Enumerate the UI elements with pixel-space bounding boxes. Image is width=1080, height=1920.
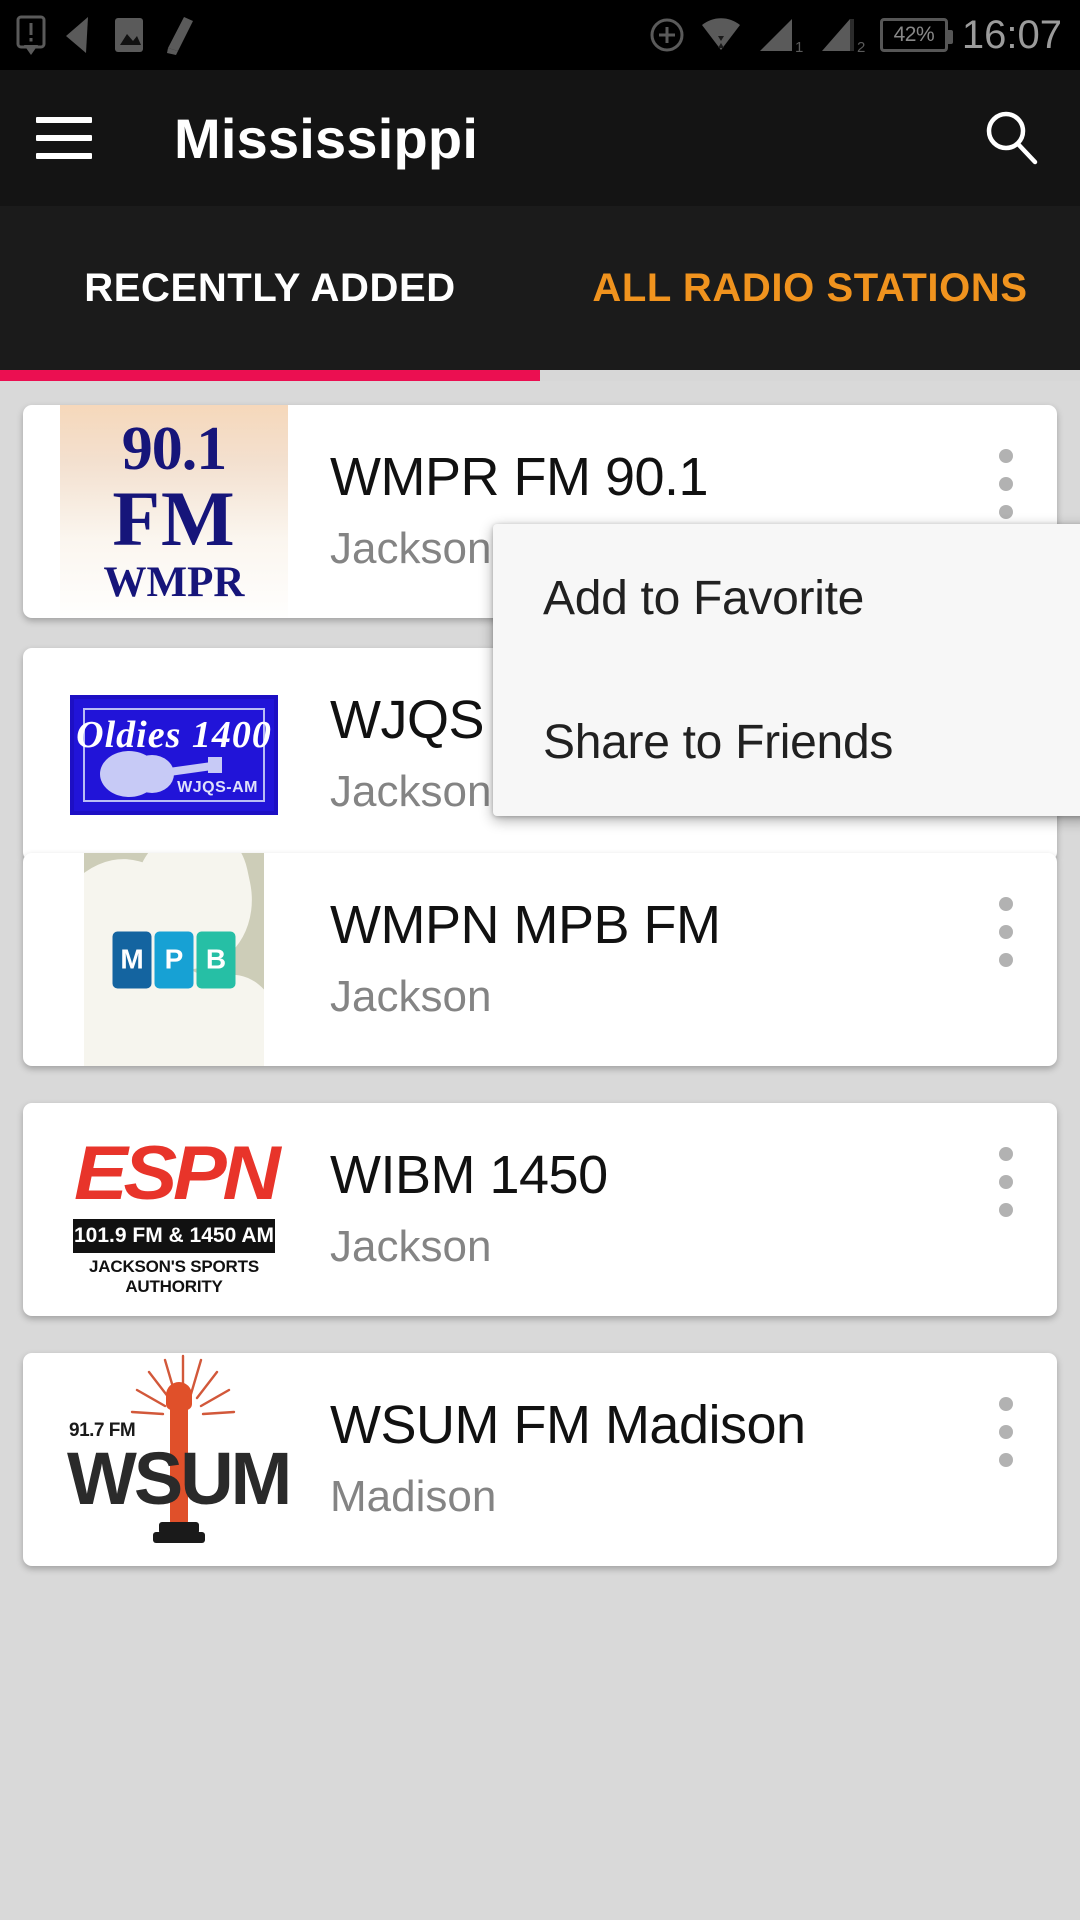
sim-alert-icon (16, 15, 46, 55)
mpb-logo-tiles: M P B (112, 931, 236, 988)
status-bar-right-icons: 1 2 42% 16:07 (648, 13, 1062, 58)
station-logo: Oldies 1400 WJQS-AM (60, 648, 288, 861)
wmpr-logo-line2: FM (112, 474, 236, 562)
signal-1-icon: 1 (759, 19, 803, 55)
status-bar-left-icons (16, 15, 198, 55)
mpb-tile-m: M (112, 931, 152, 988)
app-screen: 1 2 42% 16:07 Mississippi RECENTLY ADDED… (0, 0, 1080, 1920)
sync-icon (650, 18, 684, 52)
more-vertical-icon[interactable] (999, 1397, 1013, 1467)
wjqs-logo-callsign: WJQS-AM (177, 778, 258, 796)
table-row[interactable]: ESPN 101.9 FM & 1450 AM JACKSON'S SPORTS… (23, 1103, 1057, 1316)
mpb-tile-b: B (196, 931, 236, 988)
station-city: Madison (330, 1471, 497, 1521)
table-row[interactable]: 91.7 FM WSUM WSUM FM Madison Madison (23, 1353, 1057, 1566)
tab-recently-added[interactable]: RECENTLY ADDED (0, 206, 540, 370)
battery-indicator: 42% (879, 18, 953, 52)
menu-item-share-to-friends[interactable]: Share to Friends (493, 694, 1080, 790)
station-name: WSUM FM Madison (330, 1394, 806, 1455)
app-bar: Mississippi (0, 70, 1080, 206)
espn-frequency-bar: 101.9 FM & 1450 AM (73, 1218, 275, 1253)
search-icon[interactable] (980, 106, 1044, 170)
tab-indicator (0, 370, 540, 381)
page-title: Mississippi (174, 106, 479, 170)
wsum-logo-letters: WSUM (67, 1436, 288, 1520)
station-logo: 91.7 FM WSUM (60, 1353, 288, 1566)
microphone-base (153, 1531, 205, 1543)
station-city: Jackson (330, 971, 492, 1021)
back-arrow-icon (66, 17, 88, 53)
espn-wordmark: ESPN (74, 1130, 281, 1216)
station-name: WIBM 1450 (330, 1144, 608, 1205)
menu-item-add-to-favorite[interactable]: Add to Favorite (493, 550, 1080, 646)
station-name: WMPR FM 90.1 (330, 446, 709, 507)
wsum-logo: 91.7 FM WSUM (67, 1353, 288, 1566)
wjqs-oldies-1400-logo: Oldies 1400 WJQS-AM (70, 694, 278, 815)
more-vertical-icon[interactable] (999, 1147, 1013, 1217)
context-menu[interactable]: Add to Favorite Share to Friends (493, 524, 1080, 816)
hamburger-menu-icon[interactable] (36, 117, 92, 159)
more-vertical-icon[interactable] (999, 897, 1013, 967)
table-row[interactable]: M P B WMPN MPB FM Jackson (23, 853, 1057, 1066)
more-vertical-icon[interactable] (999, 449, 1013, 519)
menu-divider-space (493, 646, 1080, 694)
tab-all-radio-stations[interactable]: ALL RADIO STATIONS (540, 206, 1080, 370)
tab-bar: RECENTLY ADDED ALL RADIO STATIONS (0, 206, 1080, 370)
station-logo: 90.1 FM WMPR (60, 405, 288, 618)
station-city: Jackson (330, 1221, 492, 1271)
wmpr-logo-line1: 90.1 (121, 414, 228, 483)
status-bar-clock: 16:07 (961, 12, 1062, 57)
station-city: Jackson (330, 766, 492, 816)
wmpr-logo-line3: WMPR (103, 558, 245, 606)
mpb-tile-p: P (154, 931, 194, 988)
status-bar: 1 2 42% 16:07 (0, 0, 1080, 70)
station-name: WMPN MPB FM (330, 894, 721, 955)
svg-text:2: 2 (857, 39, 865, 55)
wifi-icon (701, 18, 740, 50)
signal-2-icon: 2 (821, 19, 865, 55)
espn-radio-logo: ESPN 101.9 FM & 1450 AM JACKSON'S SPORTS… (67, 1134, 281, 1296)
svg-text:1: 1 (795, 39, 803, 55)
image-icon (115, 18, 143, 52)
mpb-logo: M P B (84, 853, 264, 1066)
station-logo: M P B (60, 853, 288, 1066)
broom-clean-icon (167, 17, 193, 55)
station-logo: ESPN 101.9 FM & 1450 AM JACKSON'S SPORTS… (60, 1103, 288, 1316)
battery-percent-label: 42% (893, 23, 935, 46)
wmpr-logo: 90.1 FM WMPR (60, 405, 288, 618)
station-city: Jackson (330, 523, 492, 573)
espn-tagline: JACKSON'S SPORTS AUTHORITY (89, 1256, 259, 1296)
